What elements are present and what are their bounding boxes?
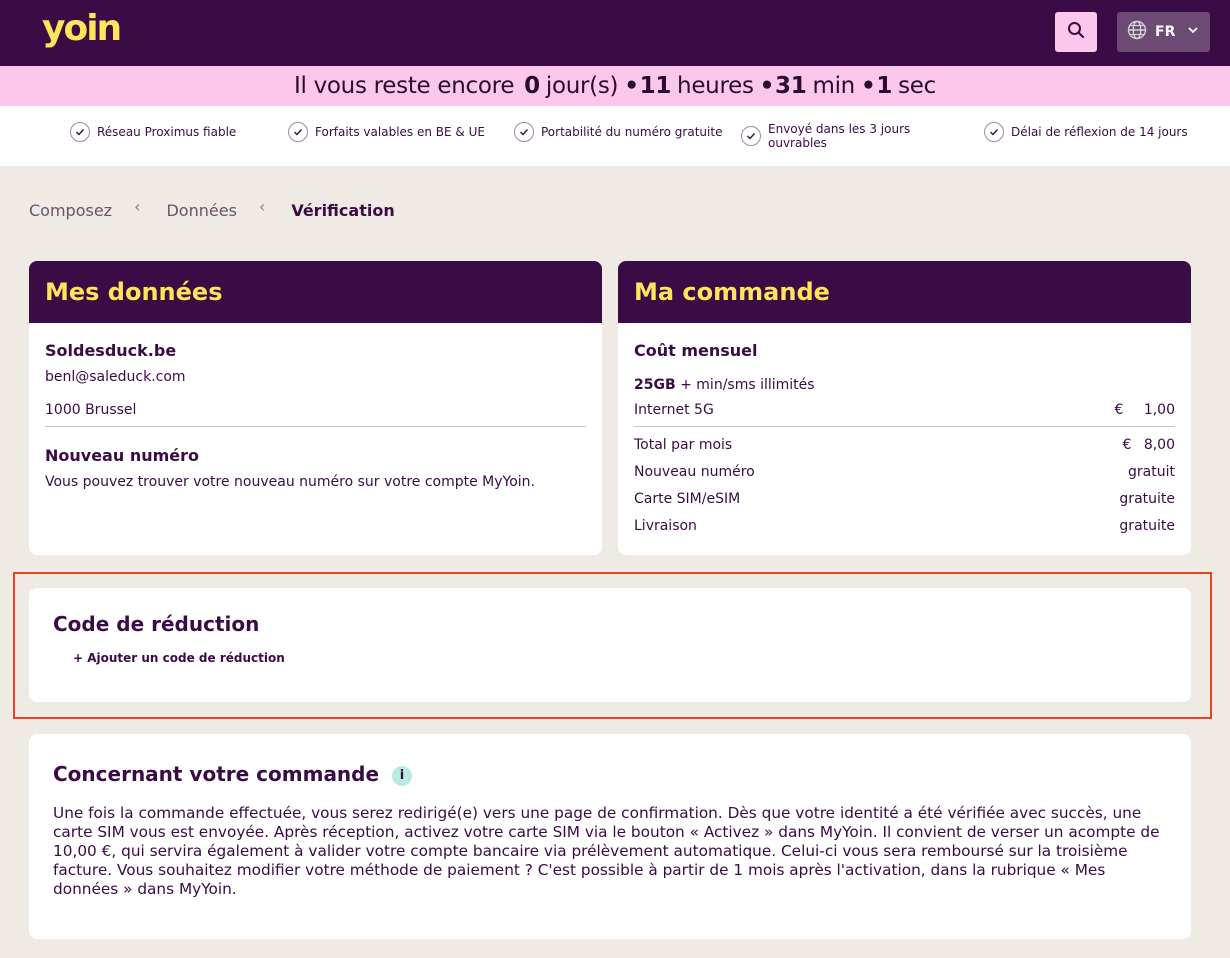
usp-bar: Réseau Proximus fiable Forfaits valables… bbox=[0, 106, 1230, 166]
check-circle-icon bbox=[288, 122, 308, 142]
sim-label: Carte SIM/eSIM bbox=[634, 491, 741, 507]
check-circle-icon bbox=[70, 122, 90, 142]
customer-name: Soldesduck.be bbox=[45, 341, 177, 360]
usp-label: Réseau Proximus fiable bbox=[97, 125, 237, 139]
plan-rest: + min/sms illimités bbox=[680, 377, 815, 393]
globe-icon bbox=[1127, 20, 1147, 44]
delivery-label: Livraison bbox=[634, 518, 697, 534]
usp-label: Portabilité du numéro gratuite bbox=[541, 125, 723, 139]
top-header: yoin FR bbox=[0, 0, 1230, 66]
countdown-seconds-unit: sec bbox=[898, 73, 936, 99]
countdown-days-unit: jour(s) bbox=[545, 73, 619, 99]
check-circle-icon bbox=[984, 122, 1004, 142]
check-circle-icon bbox=[741, 126, 761, 146]
countdown-hours: 11 bbox=[639, 73, 672, 99]
yoin-logo[interactable]: yoin bbox=[42, 8, 122, 49]
chevron-left-icon: ‹ bbox=[258, 196, 266, 216]
chevron-left-icon: ‹ bbox=[134, 196, 141, 216]
language-selector[interactable]: FR bbox=[1117, 12, 1210, 52]
search-icon bbox=[1067, 21, 1085, 43]
countdown-days: 0 bbox=[524, 73, 540, 99]
concernant-title: Concernant votre commande bbox=[53, 762, 380, 786]
add-reduction-code-link[interactable]: + Ajouter un code de réduction bbox=[73, 651, 1167, 665]
breadcrumb-step-composez[interactable]: Composez bbox=[29, 201, 112, 220]
countdown-separator: • bbox=[860, 73, 876, 99]
ma-commande-card: Ma commande Coût mensuel 25GB + min/sms … bbox=[618, 261, 1191, 555]
plan-description: 25GB + min/sms illimités bbox=[634, 377, 1175, 393]
usp-item: Forfaits valables en BE & UE bbox=[288, 122, 485, 142]
usp-item: Réseau Proximus fiable bbox=[70, 122, 236, 142]
new-number-title: Nouveau numéro bbox=[45, 446, 199, 465]
language-label: FR bbox=[1155, 24, 1176, 40]
mes-donnees-card: Mes données Soldesduck.be benl@saleduck.… bbox=[29, 261, 602, 555]
total-price: € 8,00 bbox=[1122, 437, 1175, 453]
concernant-card: Concernant votre commande i Une fois la … bbox=[29, 734, 1191, 939]
monthly-cost-title: Coût mensuel bbox=[634, 341, 758, 360]
countdown-seconds: 1 bbox=[876, 73, 893, 99]
internet-row: Internet 5G € 1,00 bbox=[634, 400, 1175, 420]
delivery-row: Livraison gratuite bbox=[634, 516, 1175, 536]
plan-data-amount: 25GB bbox=[634, 377, 676, 393]
usp-item: Délai de réflexion de 14 jours bbox=[984, 122, 1188, 142]
new-number-row: Nouveau numéro gratuit bbox=[634, 462, 1175, 482]
new-number-label: Nouveau numéro bbox=[634, 464, 755, 480]
check-circle-icon bbox=[514, 122, 534, 142]
countdown-banner: Il vous reste encore 0 jour(s) • 11 heur… bbox=[0, 66, 1230, 106]
usp-label: Forfaits valables en BE & UE bbox=[315, 125, 485, 139]
countdown-minutes: 31 bbox=[775, 73, 807, 99]
countdown-separator: • bbox=[759, 73, 775, 99]
usp-item: Portabilité du numéro gratuite bbox=[514, 122, 722, 142]
reduction-title: Code de réduction bbox=[53, 612, 260, 636]
ma-commande-title: Ma commande bbox=[618, 261, 1191, 323]
usp-item: Envoyé dans les 3 jours ouvrables bbox=[741, 122, 931, 150]
concernant-heading: Concernant votre commande i bbox=[53, 762, 1167, 786]
price-value: 8,00 bbox=[1143, 437, 1175, 453]
customer-email: benl@saleduck.com bbox=[45, 369, 186, 385]
price-value: 1,00 bbox=[1143, 402, 1175, 418]
countdown-prefix: Il vous reste encore bbox=[294, 73, 515, 99]
usp-label: Délai de réflexion de 14 jours bbox=[1011, 125, 1188, 139]
info-icon[interactable]: i bbox=[392, 765, 413, 786]
mes-donnees-title: Mes données bbox=[29, 261, 602, 323]
countdown-separator: • bbox=[624, 73, 639, 99]
internet-label: Internet 5G bbox=[634, 402, 714, 418]
sim-row: Carte SIM/eSIM gratuite bbox=[634, 489, 1175, 509]
currency-symbol: € bbox=[1114, 402, 1124, 418]
concernant-text: Une fois la commande effectuée, vous ser… bbox=[53, 804, 1160, 898]
breadcrumb-step-verification: Vérification bbox=[291, 200, 395, 220]
delivery-value: gratuite bbox=[1119, 518, 1175, 534]
sim-value: gratuite bbox=[1119, 491, 1175, 507]
chevron-down-icon bbox=[1187, 24, 1199, 40]
customer-city: 1000 Brussel bbox=[45, 402, 137, 418]
usp-label: Envoyé dans les 3 jours ouvrables bbox=[768, 122, 911, 150]
new-number-text: Vous pouvez trouver votre nouveau numéro… bbox=[45, 474, 535, 490]
reduction-card: Code de réduction + Ajouter un code de r… bbox=[29, 588, 1191, 702]
divider bbox=[634, 426, 1175, 427]
new-number-value: gratuit bbox=[1128, 464, 1175, 480]
search-button[interactable] bbox=[1055, 12, 1097, 52]
divider bbox=[45, 426, 586, 427]
breadcrumb: Composez ‹ Données ‹ Vérification bbox=[29, 196, 395, 221]
countdown-minutes-unit: min bbox=[812, 73, 855, 99]
currency-symbol: € bbox=[1122, 437, 1132, 453]
countdown-hours-unit: heures bbox=[677, 73, 754, 99]
total-label: Total par mois bbox=[634, 437, 733, 453]
breadcrumb-step-donnees[interactable]: Données bbox=[166, 201, 236, 220]
internet-price: € 1,00 bbox=[1114, 402, 1175, 418]
total-row: Total par mois € 8,00 bbox=[634, 435, 1175, 455]
